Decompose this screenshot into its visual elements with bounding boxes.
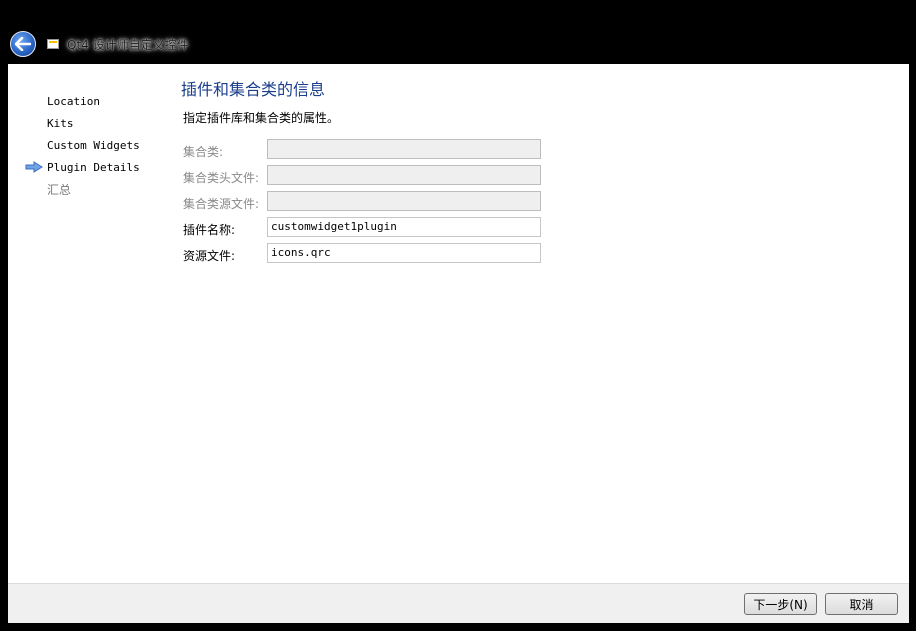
- next-button[interactable]: 下一步(N): [744, 593, 817, 615]
- button-bar: 下一步(N) 取消: [8, 583, 909, 623]
- resource-file-label: 资源文件:: [183, 249, 236, 263]
- window-bottom-border: [0, 623, 916, 631]
- resource-file-input[interactable]: icons.qrc: [267, 243, 541, 263]
- collection-class-input: [267, 139, 541, 159]
- collection-source-input: [267, 191, 541, 211]
- back-button[interactable]: [10, 31, 36, 57]
- collection-header-label: 集合类头文件:: [183, 171, 260, 185]
- app-icon: [47, 39, 59, 49]
- plugin-name-input[interactable]: customwidget1plugin: [267, 217, 541, 237]
- cancel-button[interactable]: 取消: [825, 593, 898, 615]
- title-bar: Qt4 设计师自定义控件: [0, 0, 916, 64]
- collection-header-input: [267, 165, 541, 185]
- window-title: Qt4 设计师自定义控件: [67, 38, 189, 52]
- page-subtitle: 指定插件库和集合类的属性。: [183, 111, 340, 125]
- collection-source-label: 集合类源文件:: [183, 197, 260, 211]
- collection-class-label: 集合类:: [183, 145, 224, 159]
- step-location: Location: [47, 95, 100, 108]
- wizard-client-area: Location Kits Custom Widgets Plugin Deta…: [8, 64, 909, 583]
- step-kits: Kits: [47, 117, 74, 130]
- arrow-right-icon: [25, 161, 43, 173]
- plugin-name-label: 插件名称:: [183, 223, 236, 237]
- page-title: 插件和集合类的信息: [181, 80, 326, 99]
- step-summary: 汇总: [47, 183, 72, 197]
- step-custom-widgets: Custom Widgets: [47, 139, 140, 152]
- step-plugin-details: Plugin Details: [47, 161, 140, 174]
- back-arrow-icon: [15, 37, 31, 51]
